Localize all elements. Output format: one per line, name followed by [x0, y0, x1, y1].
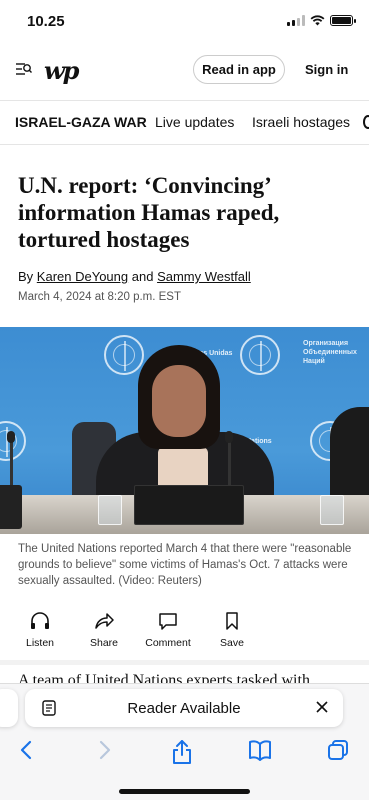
water-glass: [320, 495, 344, 525]
un-emblem-icon: [240, 335, 280, 375]
publish-date: March 4, 2024 at 8:20 p.m. EST: [18, 291, 181, 303]
byline-prefix: By: [18, 269, 34, 284]
microphone-left-head: [7, 431, 15, 443]
un-backdrop-text-russian: Организация Объединенных Наций: [303, 340, 357, 365]
wp-logo[interactable]: wp: [44, 56, 79, 85]
topic-israeli-hostages[interactable]: Israeli hostages: [252, 114, 350, 130]
read-in-app-button[interactable]: Read in app: [193, 55, 285, 84]
desk-device: [0, 485, 22, 529]
comment-icon: [159, 613, 177, 630]
listen-button[interactable]: Listen: [10, 612, 70, 649]
actions-divider: [0, 660, 369, 665]
video-player[interactable]: Naciones Unidas Организация Объединенных…: [0, 327, 369, 534]
comment-label: Comment: [145, 637, 191, 649]
article-actions: Listen Share Comment Save: [0, 612, 369, 656]
topic-nav: ISRAEL-GAZA WAR Live updates Israeli hos…: [0, 101, 369, 143]
tabs-icon[interactable]: [327, 739, 349, 761]
previous-tab-peek[interactable]: [0, 689, 18, 727]
topics-divider: [0, 144, 369, 145]
byline-and: and: [131, 269, 154, 284]
topic-israel-gaza-war[interactable]: ISRAEL-GAZA WAR: [15, 114, 147, 130]
topic-more-icon[interactable]: [363, 115, 369, 129]
topic-live-updates[interactable]: Live updates: [155, 114, 234, 130]
status-bar: 10.25: [0, 0, 369, 44]
microphone-head: [225, 431, 233, 443]
home-indicator: [119, 789, 250, 794]
author-link-karen-deyoung[interactable]: Karen DeYoung: [37, 269, 128, 284]
author-link-sammy-westfall[interactable]: Sammy Westfall: [157, 269, 251, 284]
share-label: Share: [89, 637, 119, 649]
bookmarks-book-icon[interactable]: [248, 739, 272, 761]
speaker-face: [152, 365, 206, 437]
status-time: 10.25: [27, 13, 65, 30]
back-chevron-icon[interactable]: [19, 739, 33, 761]
video-caption: The United Nations reported March 4 that…: [18, 543, 352, 587]
close-icon[interactable]: [315, 700, 329, 714]
article-headline: U.N. report: ‘Convincing’ information Ha…: [18, 173, 280, 252]
wifi-icon: [310, 15, 325, 26]
water-glass: [98, 495, 122, 525]
battery-icon: [330, 15, 356, 26]
save-label: Save: [220, 637, 244, 649]
save-button[interactable]: Save: [202, 612, 262, 649]
share-arrow-icon: [95, 613, 114, 629]
sign-in-link[interactable]: Sign in: [305, 62, 348, 77]
reader-available-banner[interactable]: Reader Available: [25, 689, 343, 727]
bookmark-icon: [226, 612, 238, 630]
listen-label: Listen: [25, 637, 55, 649]
forward-chevron-icon[interactable]: [98, 739, 112, 761]
comment-button[interactable]: Comment: [138, 612, 198, 649]
un-emblem-icon: [104, 335, 144, 375]
reader-available-label: Reader Available: [127, 700, 241, 717]
headphones-icon: [31, 612, 49, 629]
status-icons: [287, 15, 356, 26]
share-icon[interactable]: [171, 739, 193, 765]
share-button[interactable]: Share: [74, 612, 134, 649]
byline: By Karen DeYoung and Sammy Westfall: [18, 269, 251, 284]
site-header: wp Read in app Sign in: [0, 44, 369, 94]
desk-monitor: [134, 485, 244, 525]
safari-toolbar: [0, 737, 369, 767]
cellular-signal-icon: [287, 15, 305, 26]
menu-search-icon[interactable]: [16, 62, 32, 76]
